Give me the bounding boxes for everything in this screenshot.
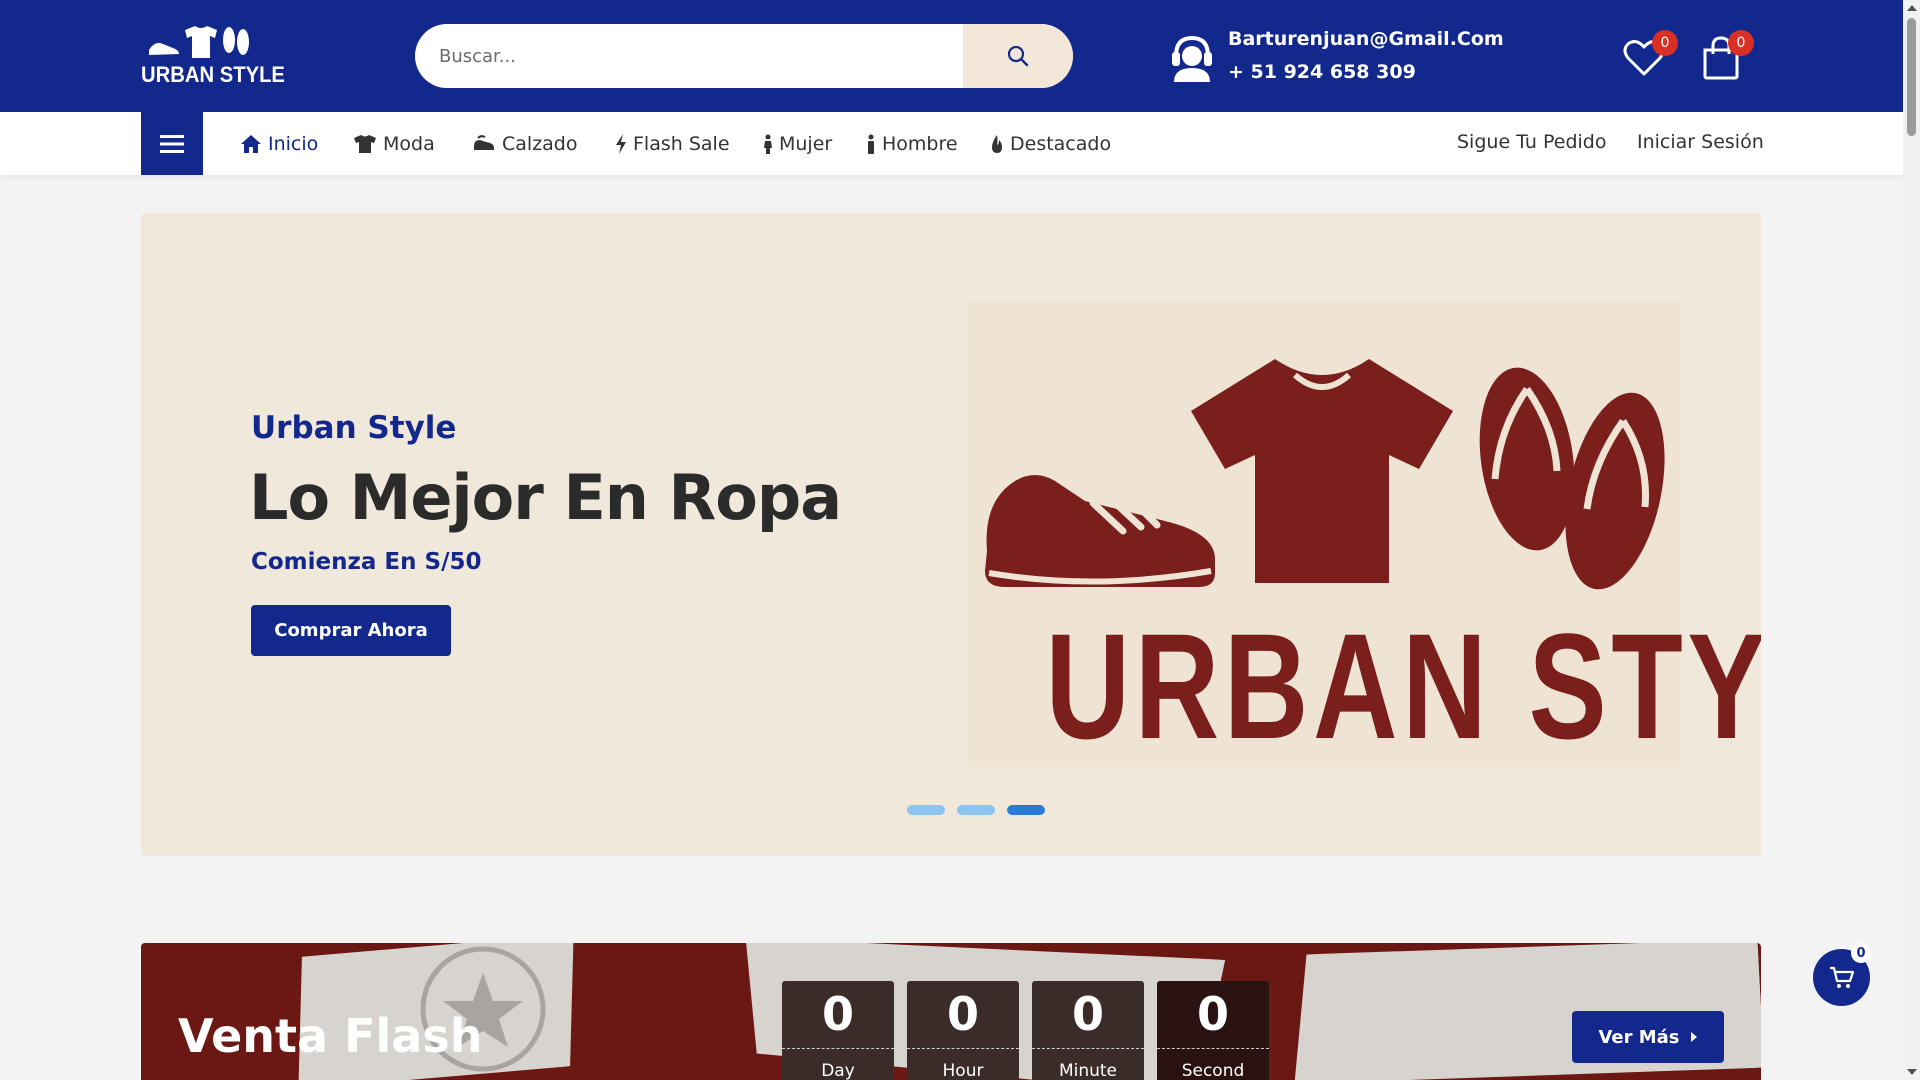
countdown-second-label: Second: [1181, 1061, 1245, 1080]
shoe-icon: [474, 135, 494, 150]
view-more-label: Ver Más: [1598, 1026, 1680, 1048]
nav-flash-sale[interactable]: Flash Sale: [615, 131, 730, 157]
caret-right-icon: [1690, 1032, 1697, 1042]
slider-pagination: [907, 805, 1047, 815]
search-icon: [1007, 45, 1029, 67]
fire-icon: [992, 135, 1002, 153]
logo-clothing-icons: [149, 26, 249, 58]
nav-calzado[interactable]: Calzado: [472, 131, 578, 157]
login-link[interactable]: Iniciar Sesión: [1637, 131, 1764, 153]
top-header: URBAN STYLE Barturenjuan@Gmail.Com + 51 …: [0, 0, 1903, 112]
countdown-day-value: 0: [821, 987, 854, 1041]
nav-destacado[interactable]: Destacado: [990, 131, 1111, 157]
countdown-divider: [782, 1048, 894, 1049]
nav-hombre[interactable]: Hombre: [866, 131, 958, 157]
tshirt-icon: [354, 135, 376, 153]
track-order-link[interactable]: Sigue Tu Pedido: [1457, 131, 1606, 153]
countdown-divider: [1032, 1048, 1144, 1049]
countdown-minute-label: Minute: [1058, 1061, 1118, 1080]
main-navigation: Inicio Moda Calzado Flash Sale Mujer Hom…: [0, 112, 1903, 175]
nav-moda-label: Moda: [383, 133, 435, 155]
wishlist-count-badge: 0: [1652, 30, 1678, 56]
countdown-hour: 0 Hour: [907, 981, 1019, 1080]
nav-mujer-label: Mujer: [779, 133, 833, 155]
hamburger-menu-icon: [160, 134, 184, 153]
site-logo[interactable]: URBAN STYLE: [141, 24, 285, 90]
categories-menu-button[interactable]: [141, 112, 203, 175]
slider-dot-2[interactable]: [957, 805, 995, 815]
male-icon: [868, 134, 874, 154]
flash-sale-title: Venta Flash: [178, 1009, 483, 1063]
countdown-divider: [907, 1048, 1019, 1049]
wishlist-button[interactable]: 0: [1622, 30, 1678, 86]
hero-slider: Urban Style Lo Mejor En Ropa Comienza En…: [141, 213, 1761, 856]
countdown-divider: [1157, 1048, 1269, 1049]
cart-count-badge: 0: [1728, 30, 1754, 56]
shop-now-button[interactable]: Comprar Ahora: [251, 605, 451, 656]
search-bar: [415, 24, 1073, 88]
tshirt-graphic-icon: [1191, 359, 1453, 583]
hero-brand-image: URBAN STYLE: [967, 301, 1761, 770]
home-icon: [241, 135, 261, 153]
nav-inicio[interactable]: Inicio: [240, 131, 318, 157]
logo-text: URBAN STYLE: [141, 62, 285, 87]
floating-cart-count: 0: [1851, 943, 1871, 963]
view-more-button[interactable]: Ver Más: [1572, 1011, 1724, 1063]
hero-price-line: Comienza En S/50: [251, 549, 482, 575]
countdown-hour-label: Hour: [942, 1061, 984, 1080]
countdown-day: 0 Day: [782, 981, 894, 1080]
countdown-day-label: Day: [821, 1061, 855, 1080]
flash-sale-section: Venta Flash 0 Day 0 Hour 0 Minute 0 Seco…: [141, 943, 1761, 1080]
scroll-up-arrow-icon[interactable]: [1907, 5, 1917, 11]
slider-dot-3-active[interactable]: [1007, 805, 1045, 815]
search-button[interactable]: [963, 24, 1073, 88]
nav-flash-sale-label: Flash Sale: [633, 133, 730, 155]
contact-phone[interactable]: + 51 924 658 309: [1228, 61, 1416, 83]
contact-info: Barturenjuan@Gmail.Com + 51 924 658 309: [1168, 28, 1508, 88]
countdown-second-value: 0: [1196, 987, 1229, 1041]
nav-mujer[interactable]: Mujer: [763, 131, 832, 157]
nav-hombre-label: Hombre: [882, 133, 958, 155]
countdown-second: 0 Second: [1157, 981, 1269, 1080]
nav-destacado-label: Destacado: [1010, 133, 1112, 155]
search-input[interactable]: [439, 24, 959, 88]
countdown-minute-value: 0: [1071, 987, 1104, 1041]
nav-calzado-label: Calzado: [502, 133, 578, 155]
female-icon: [764, 134, 772, 154]
scrollbar-thumb[interactable]: [1907, 18, 1916, 136]
slider-dot-1[interactable]: [907, 805, 945, 815]
page-scrollbar[interactable]: [1903, 0, 1920, 1080]
nav-inicio-label: Inicio: [268, 133, 319, 155]
bolt-icon: [616, 134, 626, 154]
contact-email[interactable]: Barturenjuan@Gmail.Com: [1228, 28, 1504, 50]
countdown-minute: 0 Minute: [1032, 981, 1144, 1080]
cart-icon: [1829, 966, 1854, 988]
scroll-down-arrow-icon[interactable]: [1907, 1069, 1917, 1075]
nav-moda[interactable]: Moda: [353, 131, 435, 157]
hero-title: Lo Mejor En Ropa: [249, 461, 842, 534]
floating-cart-button[interactable]: 0: [1813, 943, 1871, 1006]
flip-flops-icon: [1479, 367, 1665, 590]
cart-button[interactable]: 0: [1700, 30, 1754, 86]
hero-subtitle: Urban Style: [251, 410, 457, 446]
headset-icon: [1172, 35, 1212, 82]
hero-brand-text: URBAN STYLE: [1045, 602, 1761, 770]
countdown-hour-value: 0: [946, 987, 979, 1041]
